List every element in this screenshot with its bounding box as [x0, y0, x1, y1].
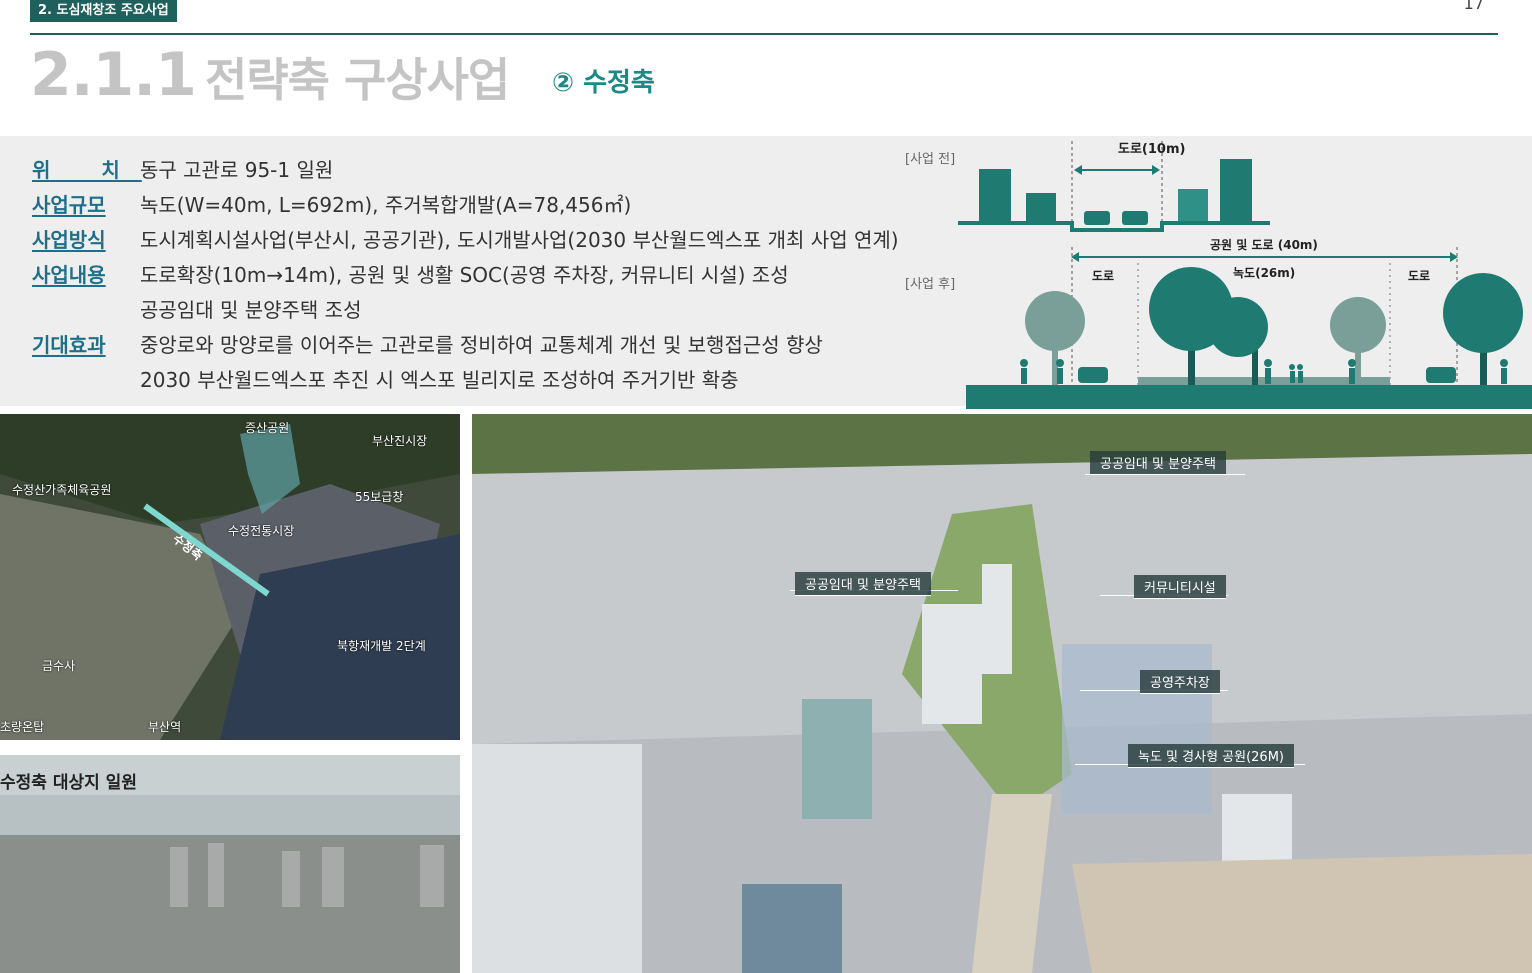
ground-before: [958, 221, 1270, 232]
arrow-head: [1152, 165, 1160, 175]
road-left-label: 도로: [1092, 269, 1114, 283]
tree-icon: [1208, 297, 1268, 385]
city-photo-caption: 수정축 대상지 일원: [0, 773, 137, 793]
building: [1220, 159, 1252, 223]
map-label: 금수사: [42, 659, 76, 673]
info-label-method: 사업방식: [32, 228, 106, 252]
after-label: [사업 후]: [905, 277, 955, 292]
tree-icon: [1443, 273, 1523, 385]
info-value-content-2: 공공임대 및 분양주택 조성: [140, 298, 362, 322]
tree-icon: [1025, 291, 1085, 385]
cross-section-svg: [사업 전] 도로(10m) [사업 후] 공원 및 도로 (40m) 도로 녹…: [905, 141, 1532, 409]
cross-section-diagram: [사업 전] 도로(10m) [사업 후] 공원 및 도로 (40m) 도로 녹…: [900, 137, 1532, 409]
road-right-label: 도로: [1408, 269, 1430, 283]
map-label: 부산진시장: [372, 434, 428, 448]
info-label-location: 위 치: [32, 158, 142, 182]
callout-housing-2: 공공임대 및 분양주택: [795, 572, 931, 596]
car-icon: [1122, 211, 1148, 225]
info-label-effect: 기대효과: [32, 333, 106, 357]
info-value-location: 동구 고관로 95-1 일원: [140, 158, 334, 182]
info-value-content: 도로확장(10m→14m), 공원 및 생활 SOC(공영 주차장, 커뮤니티 …: [140, 263, 789, 287]
title-number: 2.1.1: [30, 40, 197, 110]
car-icon: [1084, 211, 1110, 225]
callout-housing-1: 공공임대 및 분양주택: [1090, 451, 1226, 475]
total-width-label: 공원 및 도로 (40m): [1210, 237, 1318, 252]
info-value-effect-2: 2030 부산월드엑스포 추진 시 엑스포 빌리지로 조성하여 주거기반 확충: [140, 368, 739, 392]
car-icon: [1426, 367, 1456, 383]
tree-icon: [1330, 297, 1386, 385]
road-before-label: 도로(10m): [1118, 142, 1185, 157]
info-label-scale: 사업규모: [32, 193, 106, 217]
map-label: 수정전통시장: [228, 524, 295, 538]
page-subtitle: ② 수정축: [552, 68, 655, 98]
callout-parking: 공영주차장: [1140, 670, 1220, 694]
section-tag: 2. 도심재창조 주요사업: [30, 0, 177, 22]
map-label: 부산역: [148, 720, 182, 734]
building: [1178, 189, 1208, 223]
before-label: [사업 전]: [905, 152, 955, 167]
map-label: 증산공원: [245, 421, 290, 435]
map-label: 수정산가족체육공원: [12, 483, 112, 497]
callout-greenway-park: 녹도 및 경사형 공원(26M): [1128, 744, 1294, 768]
aerial-map-image: [0, 414, 460, 740]
map-label: 초량온탑: [0, 720, 45, 734]
title-divider: [30, 33, 1498, 35]
ground-after: [966, 385, 1532, 409]
page-title: 전략축 구상사업: [205, 53, 510, 107]
project-rendering: [472, 414, 1532, 973]
callout-community: 커뮤니티시설: [1134, 575, 1226, 599]
map-label: 55보급창: [355, 490, 404, 504]
info-value-method: 도시계획시설사업(부산시, 공공기관), 도시개발사업(2030 부산월드엑스포…: [140, 228, 899, 252]
greenway-label: 녹도(26m): [1233, 266, 1295, 280]
car-icon: [1078, 367, 1108, 383]
info-label-content: 사업내용: [32, 263, 106, 287]
map-label: 북항재개발 2단계: [337, 639, 426, 653]
arrow-head: [1074, 165, 1082, 175]
info-value-effect: 중앙로와 망양로를 이어주는 고관로를 정비하여 교통체계 개선 및 보행접근성…: [140, 333, 823, 357]
building: [1026, 193, 1056, 223]
page-number: 17: [1463, 0, 1484, 13]
building: [979, 169, 1011, 223]
info-value-scale: 녹도(W=40m, L=692m), 주거복합개발(A=78,456㎡): [140, 193, 632, 217]
